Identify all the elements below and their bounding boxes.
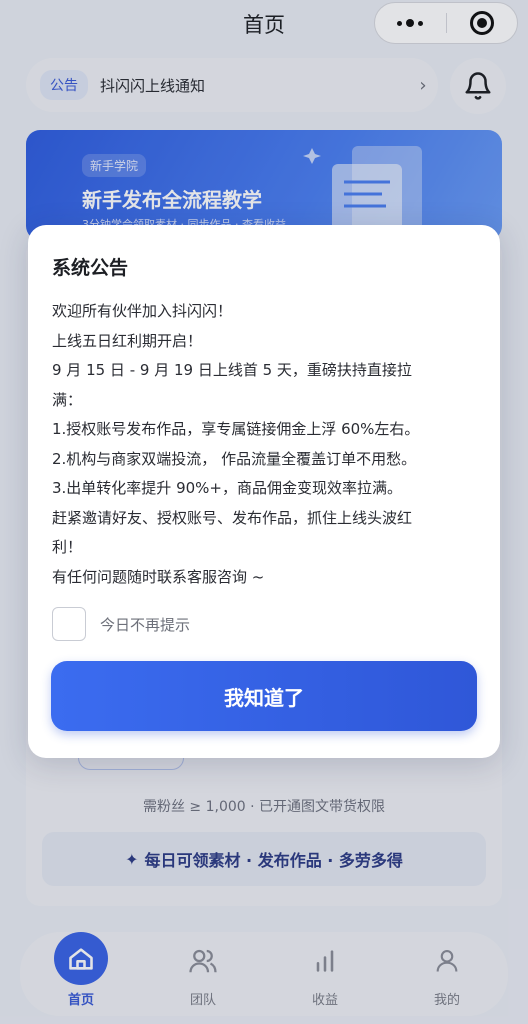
dialog-text-line: 满：: [52, 390, 83, 409]
dialog-body: 欢迎所有伙伴加入抖闪闪！ 上线五日红利期开启！ 9 月 15 日 - 9 月 1…: [52, 297, 476, 592]
dont-show-today-option[interactable]: 今日不再提示: [52, 607, 190, 641]
dialog-text-line: 3.出单转化率提升 90%+，商品佣金变现效率拉满。: [52, 479, 402, 497]
dialog-text-line: 2.机构与商家双端投流， 作品流量全覆盖订单不用愁。: [52, 449, 417, 468]
dialog-text-line: 赶紧邀请好友、授权账号、发布作品，抓住上线头波红: [52, 508, 413, 527]
dialog-text-line: 上线五日红利期开启！: [52, 331, 203, 350]
dialog-text-line: 利！: [52, 538, 83, 556]
dont-show-today-checkbox[interactable]: [52, 607, 86, 641]
system-announcement-dialog: 系统公告 欢迎所有伙伴加入抖闪闪！ 上线五日红利期开启！ 9 月 15 日 - …: [28, 225, 500, 758]
dialog-text-line: 9 月 15 日 - 9 月 19 日上线首 5 天，重磅扶持直接拉: [52, 361, 412, 379]
dialog-text-line: 1.授权账号发布作品，享专属链接佣金上浮 60%左右。: [52, 420, 420, 438]
dialog-text-line: 欢迎所有伙伴加入抖闪闪！: [52, 302, 233, 320]
dialog-title: 系统公告: [52, 257, 129, 279]
checkbox-label: 今日不再提示: [100, 615, 191, 634]
dialog-text-line: 有任何问题随时联系客服咨询 ~: [52, 567, 265, 586]
got-it-button[interactable]: 我知道了: [51, 661, 477, 731]
